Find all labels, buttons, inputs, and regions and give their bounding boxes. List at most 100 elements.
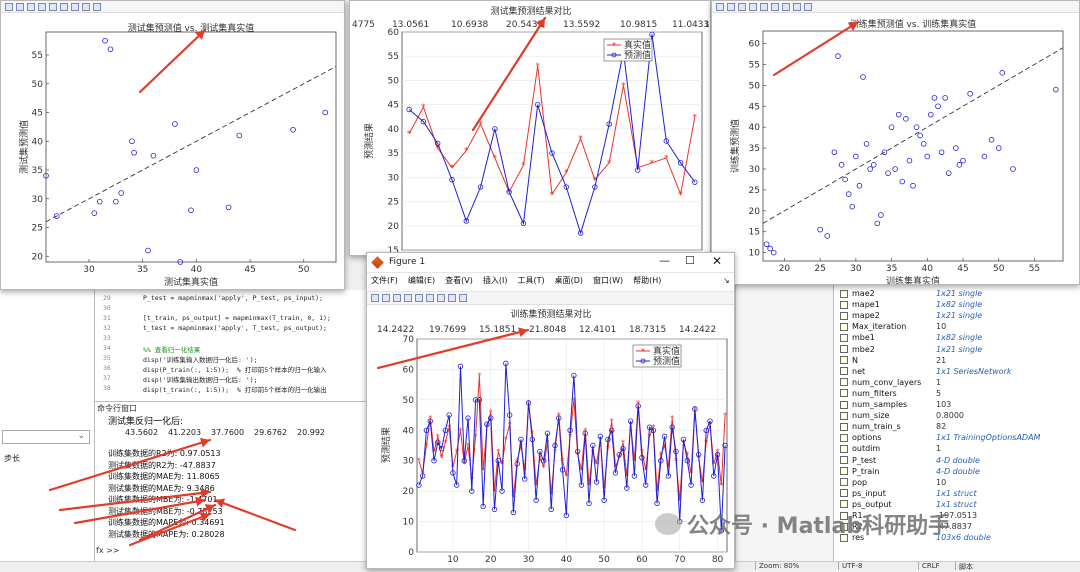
plot-area xyxy=(401,31,703,251)
figure1-titlebar[interactable]: Figure 1 — ☐ ✕ xyxy=(367,253,734,273)
x-tick-label: 30 xyxy=(850,264,862,274)
y-tick-label: 35 xyxy=(32,166,43,176)
command-prompt[interactable]: fx >> xyxy=(96,546,120,555)
true-point-marker: * xyxy=(670,414,674,423)
workspace-row[interactable]: pop 10 xyxy=(834,477,1080,488)
variable-name: options xyxy=(852,433,882,443)
variable-icon xyxy=(840,300,848,309)
menu-item[interactable]: 桌面(D) xyxy=(555,275,583,287)
insert-legend-icon[interactable] xyxy=(448,294,456,302)
line-number: 35 xyxy=(103,354,111,362)
code-line[interactable]: P_test = mapminmax('apply', P_test, ps_i… xyxy=(143,294,323,302)
x-tick-label: 60 xyxy=(636,555,648,565)
x-tick-label: 20 xyxy=(779,264,791,274)
code-line[interactable]: disp('训练集输出数据归一化后: '); xyxy=(143,374,258,384)
workspace-row[interactable]: N 21 xyxy=(834,355,1080,366)
y-tick-label: 35 xyxy=(749,144,760,154)
code-line[interactable]: %% 查看归一化结果 xyxy=(143,344,200,354)
true-point-marker: * xyxy=(477,372,481,381)
code-line[interactable]: [t_train, ps_output] = mapminmax(T_train… xyxy=(143,314,331,322)
wechat-logo-icon xyxy=(655,513,681,535)
left-dropdown[interactable]: ⌄ xyxy=(2,430,90,444)
true-point-marker: * xyxy=(458,426,462,435)
menu-item[interactable]: 插入(I) xyxy=(483,275,508,287)
figure-toolbar[interactable] xyxy=(367,291,734,305)
save-icon[interactable] xyxy=(393,294,401,302)
export-icon[interactable] xyxy=(415,294,423,302)
variable-icon xyxy=(840,400,848,409)
workspace-row[interactable]: num_filters 5 xyxy=(834,388,1080,399)
workspace-row[interactable]: mape1 1x82 single xyxy=(834,299,1080,310)
true-point-marker: * xyxy=(504,435,508,444)
menubar-arrow-icon[interactable]: ↘ xyxy=(723,276,730,285)
close-button[interactable]: ✕ xyxy=(712,254,722,268)
y-tick-label: 20 xyxy=(749,207,761,217)
variable-icon xyxy=(840,333,848,342)
code-line[interactable]: t_test = mapminmax('apply', T_test, ps_o… xyxy=(143,324,327,332)
workspace-row[interactable]: num_conv_layers 1 xyxy=(834,377,1080,388)
code-line[interactable]: disp(t_train(:, 1:5)); % 打印前5个样本的归一化输出 xyxy=(143,384,327,394)
chart-title: 测试集预测值 vs. 测试集真实值 xyxy=(128,22,255,34)
minimize-button[interactable]: — xyxy=(659,254,670,267)
menu-item[interactable]: 查看(V) xyxy=(445,275,473,287)
variable-name: N xyxy=(852,355,858,365)
variable-icon xyxy=(840,422,848,431)
print-icon[interactable] xyxy=(404,294,412,302)
variable-name: P_test xyxy=(852,455,877,465)
workspace-row[interactable]: outdim 1 xyxy=(834,443,1080,454)
y-tick-label: 25 xyxy=(749,186,760,196)
true-point-marker: * xyxy=(521,161,526,171)
x-tick-label: 30 xyxy=(523,555,535,565)
workspace-row[interactable]: net 1x1 SeriesNetwork xyxy=(834,366,1080,377)
menu-item[interactable]: 窗口(W) xyxy=(593,275,623,287)
code-line[interactable]: disp('训练集输入数据归一化后: '); xyxy=(143,354,258,364)
line-number: 36 xyxy=(103,364,111,372)
pointer-icon[interactable] xyxy=(459,294,467,302)
menu-item[interactable]: 帮助(H) xyxy=(633,275,661,287)
insert-colorbar-icon[interactable] xyxy=(437,294,445,302)
variable-name: num_size xyxy=(852,411,890,421)
command-window-heading: 测试集反归一化后: xyxy=(108,417,184,427)
workspace-row[interactable]: num_size 0.8000 xyxy=(834,410,1080,421)
open-icon[interactable] xyxy=(382,294,390,302)
line-number: 29 xyxy=(103,294,111,302)
test-scatter-window[interactable]: 30 35 40 45 50 20 25 30 35 40 45 50 55 测试集预测值 vs. 测试集… xyxy=(0,0,345,290)
variable-name: P_train xyxy=(852,466,880,476)
workspace-row[interactable]: P_test 4-D double xyxy=(834,455,1080,466)
true-point-marker: * xyxy=(440,454,444,463)
train-scatter-window[interactable]: 20 25 30 35 40 45 50 55 10 15 20 25 30 35 40 45 50 55 60 训练… xyxy=(711,0,1080,285)
x-tick-label: 20 xyxy=(485,555,497,565)
workspace-row[interactable]: ps_input 1x1 struct xyxy=(834,488,1080,499)
menu-item[interactable]: 工具(T) xyxy=(517,275,544,287)
workspace-row[interactable]: mape2 1x21 single xyxy=(834,310,1080,321)
output-value: 29.6762 xyxy=(254,428,288,437)
true-point-marker: * xyxy=(578,135,583,145)
workspace-row[interactable]: mbe1 1x82 single xyxy=(834,332,1080,343)
output-value: 41.2203 xyxy=(168,428,202,437)
link-plot-icon[interactable] xyxy=(426,294,434,302)
y-tick-label: 25 xyxy=(388,198,399,208)
workspace-row[interactable]: num_train_s 82 xyxy=(834,421,1080,432)
x-tick-label: 35 xyxy=(886,264,897,274)
workspace-row[interactable]: P_train 4-D double xyxy=(834,466,1080,477)
new-figure-icon[interactable] xyxy=(371,294,379,302)
menu-item[interactable]: 编辑(E) xyxy=(408,275,435,287)
command-window-title: 命令行窗口 xyxy=(97,404,137,413)
true-point-marker: * xyxy=(407,130,412,140)
variable-value: 1x21 single xyxy=(936,344,983,354)
plot-area xyxy=(45,31,337,263)
code-line[interactable]: disp(P_train(:, 1:5)); % 打印前5个样本的归一化输入 xyxy=(143,364,327,374)
variable-value: 1 xyxy=(936,444,942,454)
workspace-row[interactable]: mae2 1x21 single xyxy=(834,288,1080,299)
variable-name: outdim xyxy=(852,444,881,454)
workspace-row[interactable]: options 1x1 TrainingOptionsADAM xyxy=(834,432,1080,443)
workspace-row[interactable]: num_samples 103 xyxy=(834,399,1080,410)
test-compare-window[interactable]: 测试集预测结果对比 4775 13.0561 10.6938 20.5432 13.559… xyxy=(349,0,711,256)
header-value: 10.6938 xyxy=(451,20,488,30)
workspace-row[interactable]: Max_iteration 10 xyxy=(834,321,1080,332)
variable-icon xyxy=(840,456,848,464)
maximize-button[interactable]: ☐ xyxy=(685,254,695,267)
left-panel-label: 步长 xyxy=(4,454,20,463)
workspace-row[interactable]: mbe2 1x21 single xyxy=(834,344,1080,355)
menu-item[interactable]: 文件(F) xyxy=(371,275,398,287)
